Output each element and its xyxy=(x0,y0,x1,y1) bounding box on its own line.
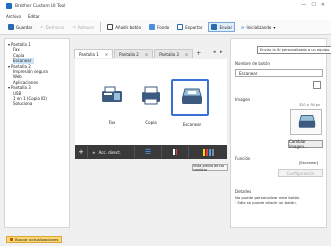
refresh-icon: ⟳ xyxy=(241,24,245,30)
window-controls: — ☐ ✕ xyxy=(301,2,325,8)
scanner-icon xyxy=(298,115,316,128)
status-bar: Buscar actualizaciones xyxy=(0,234,331,246)
button-name-input[interactable]: Escanear xyxy=(235,69,323,77)
screen-canvas: Fax Copia Escanear xyxy=(75,59,227,145)
toolbar: Guardar ↶ Deshacer ↷ Rehacer Añadir botó… xyxy=(0,20,331,35)
tree-item-label: Impresión segura xyxy=(13,68,48,74)
tree-item-label: Pantalla 1 xyxy=(11,42,31,47)
chevron-down-icon[interactable]: ▾ xyxy=(8,64,10,69)
tree-item[interactable]: Soluciona xyxy=(8,101,66,106)
image-icon xyxy=(149,24,156,30)
star-icon: ★ xyxy=(92,149,96,155)
screen-tree: ▾Pantalla 1 Fax Copia Escanear ▾Pantalla 2 Im… xyxy=(4,38,70,228)
color-swatch[interactable] xyxy=(313,81,321,89)
undo-button[interactable]: ↶ Deshacer xyxy=(38,24,66,31)
copy-icon xyxy=(142,86,160,105)
close-icon[interactable]: ✕ xyxy=(145,52,148,57)
function-label: Función xyxy=(235,156,251,161)
save-button[interactable]: Guardar xyxy=(6,23,34,31)
tree-item-label: Aplicaciones xyxy=(13,79,38,85)
menu-file[interactable]: Archivo xyxy=(6,14,21,19)
tree-item-label: 1 en 1 (Copia ID) xyxy=(13,95,47,101)
details-label: Detalles xyxy=(235,189,252,194)
title-bar: Brother Custom UI Tool — ☐ ✕ xyxy=(0,0,331,12)
fax-icon xyxy=(102,86,122,102)
tree-item-label: Pantalla 3 xyxy=(11,85,31,91)
close-icon[interactable]: ✕ xyxy=(321,2,325,8)
tree-item-label: Pantalla 2 xyxy=(11,63,31,69)
background-button[interactable]: Fondo xyxy=(147,23,171,31)
function-value: [Escanear] xyxy=(299,161,319,165)
tab-screen-2[interactable]: Pantalla 2 ✕ xyxy=(114,49,154,58)
preview-changes-button[interactable]: Vista previa de los cambios xyxy=(192,164,228,172)
undo-icon: ↶ xyxy=(40,24,44,30)
menu-edit[interactable]: Editar xyxy=(28,14,40,19)
redo-icon: ↷ xyxy=(72,24,76,30)
redo-button[interactable]: ↷ Rehacer xyxy=(71,24,97,31)
chevron-down-icon: ▾ xyxy=(273,24,276,30)
copy-tile[interactable]: Copia xyxy=(132,79,170,125)
image-preview xyxy=(290,109,322,135)
add-icon[interactable]: + xyxy=(75,146,88,158)
screen-bottom-bar: + ★ Acc. direct. ☰ xyxy=(75,145,227,159)
export-button[interactable]: Exportar xyxy=(175,23,204,31)
window-title: Brother Custom UI Tool xyxy=(15,3,66,9)
tree-item-label: Fax xyxy=(13,47,20,53)
wifi-icon[interactable]: ☰ xyxy=(135,146,162,158)
configuration-button[interactable]: Configuración xyxy=(278,169,323,177)
chevron-down-icon[interactable]: ▾ xyxy=(8,42,10,47)
update-icon xyxy=(10,238,13,241)
minimize-icon[interactable]: — xyxy=(301,2,306,8)
screen-tabs: Pantalla 1 ✕ Pantalla 2 ✕ Pantalla 3 ✕ + xyxy=(74,49,203,58)
send-icon xyxy=(211,24,218,30)
tab-screen-1[interactable]: Pantalla 1 ✕ xyxy=(74,49,114,58)
chevron-down-icon[interactable]: ▾ xyxy=(8,85,10,90)
properties-panel: Nombre de botón Escanear Imagen 320 × 90… xyxy=(230,38,327,228)
menu-bar: Archivo Editar xyxy=(0,12,331,20)
toolbar-divider xyxy=(100,22,102,32)
send-tooltip: Enviar la IU personalizada a un equipo. xyxy=(257,46,331,54)
export-icon xyxy=(177,24,184,30)
check-updates-button[interactable]: Buscar actualizaciones xyxy=(6,236,63,243)
tab-scroll-left-icon[interactable]: ◂ xyxy=(213,49,216,55)
maximize-icon[interactable]: ☐ xyxy=(311,2,315,8)
initializing-button[interactable]: ⟳ Inicializando ▾ xyxy=(239,24,277,31)
tree-item-label: Soluciona xyxy=(13,101,33,107)
scanner-icon xyxy=(182,88,202,104)
ink-level-icon[interactable] xyxy=(189,146,227,158)
close-icon[interactable]: ✕ xyxy=(185,52,188,57)
image-size: 320 × 90 px xyxy=(299,103,321,107)
tree-item-label: USB xyxy=(13,90,22,96)
tab-scroll-right-icon[interactable]: ▸ xyxy=(220,49,223,55)
toner-icon[interactable] xyxy=(162,146,189,158)
add-button-button[interactable]: Añadir botón xyxy=(105,23,143,31)
tile-label: Copia xyxy=(145,120,157,125)
tile-label: Escanear xyxy=(182,122,202,127)
app-icon xyxy=(6,3,12,9)
tree-item-label: Copia xyxy=(13,52,25,58)
save-icon xyxy=(8,24,14,30)
scan-tile[interactable]: Escanear xyxy=(171,79,209,127)
fax-tile[interactable]: Fax xyxy=(93,79,131,125)
add-button-icon xyxy=(107,24,114,30)
tile-label: Fax xyxy=(108,120,116,125)
close-icon[interactable]: ✕ xyxy=(105,52,108,57)
send-button[interactable]: Enviar xyxy=(208,22,236,32)
image-label: Imagen xyxy=(235,97,251,102)
shortcut-button[interactable]: ★ Acc. direct. xyxy=(88,146,135,158)
button-name-label: Nombre de botón xyxy=(235,61,270,66)
change-image-button[interactable]: Cambiar imagen... xyxy=(288,139,323,149)
device-screen-preview: Fax Copia Escanear + ★ Acc. direct. ☰ xyxy=(75,59,227,159)
tree-item-label: Web xyxy=(13,74,22,80)
tab-screen-3[interactable]: Pantalla 3 ✕ xyxy=(154,49,194,58)
add-tab-icon[interactable]: + xyxy=(194,49,203,58)
details-text: No puede personalizar este botón. · Sólo… xyxy=(235,195,301,205)
